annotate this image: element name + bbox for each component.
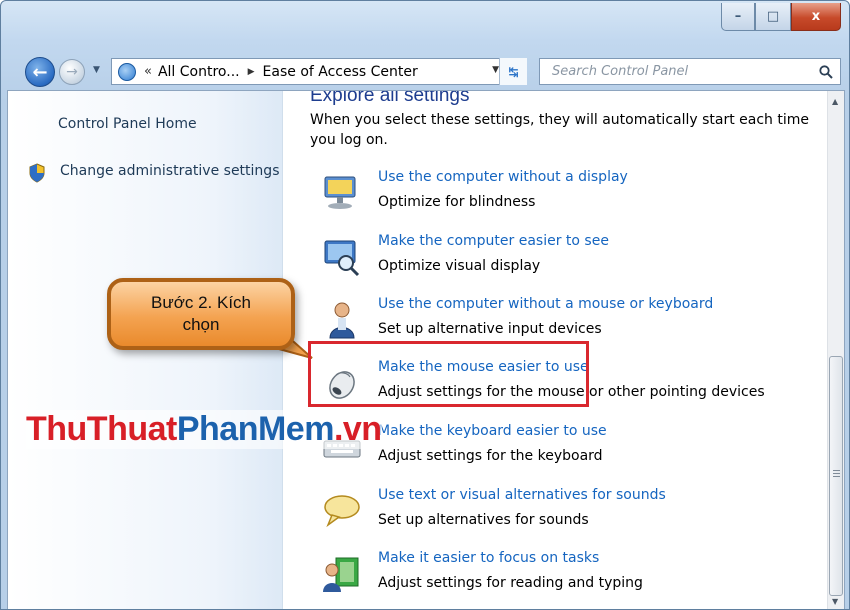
title-bar: – □ x xyxy=(1,1,849,43)
speech-bubble-icon xyxy=(324,495,360,528)
search-input[interactable]: Search Control Panel xyxy=(539,58,841,85)
setting-description: Set up alternative input devices xyxy=(378,321,602,337)
recent-pages-dropdown[interactable]: ▼ xyxy=(93,65,100,75)
breadcrumb-ease-of-access[interactable]: Ease of Access Center xyxy=(263,64,418,80)
watermark: ThuThuatPhanMem.vn xyxy=(26,410,382,449)
setting-link[interactable]: Make it easier to focus on tasks xyxy=(378,550,599,566)
watermark-part-2: PhanMem xyxy=(176,410,335,448)
setting-description: Adjust settings for reading and typing xyxy=(378,575,643,591)
address-overflow[interactable]: « xyxy=(144,64,152,79)
mouse-icon xyxy=(329,371,355,399)
breadcrumb-all-control-panel[interactable]: All Contro... xyxy=(158,64,240,80)
address-dropdown-icon[interactable]: ▼ xyxy=(492,65,499,75)
setting-link[interactable]: Make the mouse easier to use xyxy=(378,359,589,375)
watermark-part-3: .vn xyxy=(333,410,382,448)
minimize-button[interactable]: – xyxy=(721,3,755,31)
setting-link[interactable]: Use the computer without a display xyxy=(378,169,628,185)
breadcrumb-separator-icon[interactable]: ▶ xyxy=(248,67,255,77)
setting-description: Set up alternatives for sounds xyxy=(378,512,589,528)
left-navigation-pane: Control Panel Home Change administrative… xyxy=(8,91,283,609)
content-area: Control Panel Home Change administrative… xyxy=(7,90,845,609)
user-icon xyxy=(329,302,355,339)
setting-item-keyboard: Make the keyboard easier to use Adjust s… xyxy=(314,423,814,479)
control-panel-icon xyxy=(118,62,136,81)
main-pane: Explore all settings When you select the… xyxy=(284,90,829,609)
forward-arrow-icon: → xyxy=(66,64,78,80)
back-button[interactable]: ← xyxy=(25,57,55,87)
search-icon[interactable] xyxy=(818,64,834,80)
magnifier-monitor-icon xyxy=(324,240,360,277)
address-bar[interactable]: « All Contro... ▶ Ease of Access Center … xyxy=(111,58,527,85)
refresh-button[interactable]: ↹ xyxy=(499,58,527,85)
setting-item-focus: Make it easier to focus on tasks Adjust … xyxy=(314,550,814,606)
setting-item-display: Use the computer without a display Optim… xyxy=(314,169,814,225)
setting-item-easier-to-see: Make the computer easier to see Optimize… xyxy=(314,233,814,289)
close-button[interactable]: x xyxy=(791,3,841,31)
setting-link[interactable]: Make the keyboard easier to use xyxy=(378,423,607,439)
scroll-up-icon[interactable]: ▲ xyxy=(832,97,838,106)
window-controls: – □ x xyxy=(721,3,841,31)
section-description: When you select these settings, they wil… xyxy=(310,112,810,148)
section-title: Explore all settings xyxy=(310,90,470,106)
vertical-scrollbar[interactable]: ▲ ▼ xyxy=(827,91,844,609)
grip-icon xyxy=(833,470,840,477)
setting-link[interactable]: Use the computer without a mouse or keyb… xyxy=(378,296,713,312)
back-arrow-icon: ← xyxy=(32,61,48,83)
display-icon xyxy=(324,176,356,209)
scroll-thumb[interactable] xyxy=(829,356,843,596)
setting-description: Optimize visual display xyxy=(378,258,541,274)
setting-description: Adjust settings for the mouse or other p… xyxy=(378,384,765,400)
forward-button[interactable]: → xyxy=(59,59,85,85)
scroll-down-icon[interactable]: ▼ xyxy=(832,597,838,606)
setting-description: Adjust settings for the keyboard xyxy=(378,448,603,464)
maximize-button[interactable]: □ xyxy=(755,3,791,31)
search-placeholder: Search Control Panel xyxy=(552,64,689,79)
focus-tasks-icon xyxy=(323,557,359,592)
setting-item-mouse: Make the mouse easier to use Adjust sett… xyxy=(314,359,814,415)
control-panel-home-link[interactable]: Control Panel Home xyxy=(58,116,197,132)
step-callout: Bước 2. Kích chọn xyxy=(107,278,295,350)
setting-link[interactable]: Use text or visual alternatives for soun… xyxy=(378,487,666,503)
watermark-part-1: ThuThuat xyxy=(26,410,177,448)
setting-link[interactable]: Make the computer easier to see xyxy=(378,233,609,249)
navigation-bar: ← → ▼ « All Contro... ▶ Ease of Access C… xyxy=(1,51,849,91)
setting-item-sounds: Use text or visual alternatives for soun… xyxy=(314,487,814,543)
setting-item-without-mouse-keyboard: Use the computer without a mouse or keyb… xyxy=(314,296,814,352)
setting-description: Optimize for blindness xyxy=(378,194,536,210)
uac-shield-icon xyxy=(29,163,45,183)
change-admin-settings-link[interactable]: Change administrative settings xyxy=(60,163,279,179)
refresh-icon: ↹ xyxy=(508,64,519,79)
